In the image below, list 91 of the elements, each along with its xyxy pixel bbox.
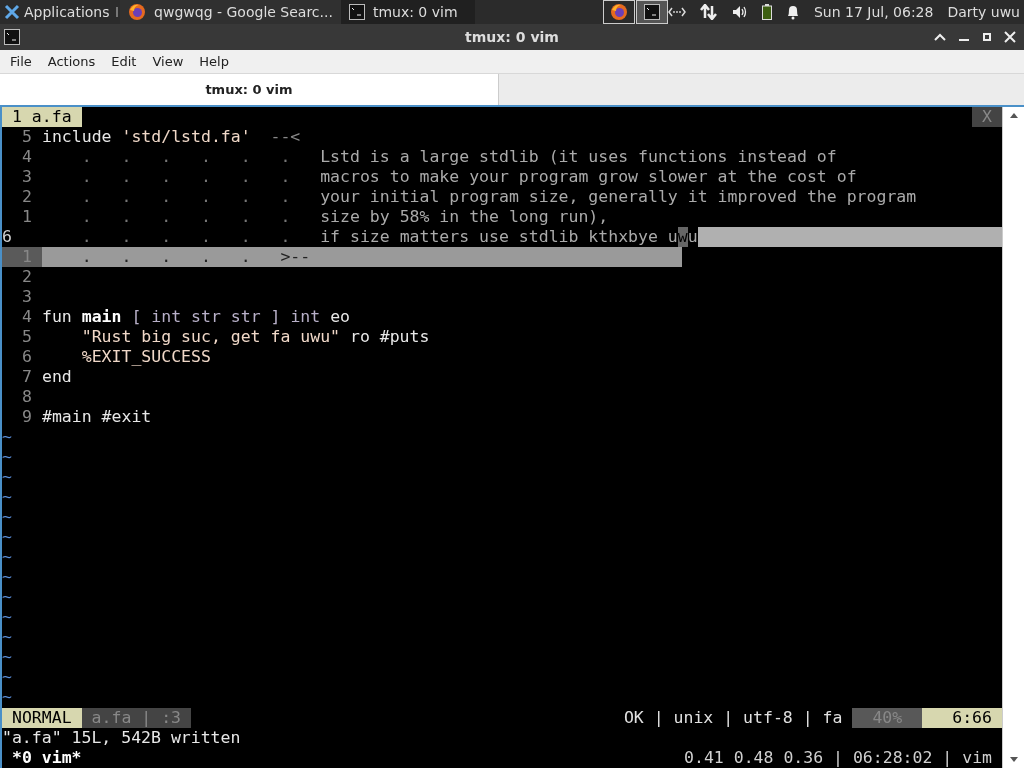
applications-menu[interactable]: Applications <box>0 0 114 24</box>
down-arrow-icon[interactable] <box>1008 756 1019 764</box>
workspace-button[interactable] <box>602 0 635 24</box>
code-text: . . . . . >-- <box>80 247 311 267</box>
empty-line-marker: ~ <box>2 447 12 467</box>
tmux-window-label[interactable]: *0 vim* <box>2 748 82 768</box>
line-number: 4 <box>21 147 33 167</box>
empty-line-marker: ~ <box>2 487 12 507</box>
menu-item[interactable]: View <box>145 51 191 72</box>
buffer-tab[interactable]: 1 a.fa <box>2 107 82 127</box>
code-text: --< <box>269 127 301 147</box>
code-text: 'std/lstd.fa' <box>121 127 251 147</box>
code-text: [ int str str ] int <box>130 307 322 327</box>
browser-icon <box>609 3 628 21</box>
code-text: "Rust big suc, get fa uwu" <box>80 327 340 347</box>
empty-line-marker: ~ <box>2 627 12 647</box>
code-text: size by 58% in the long run), <box>320 207 609 227</box>
code-text: your initial program size, generally it improved the program <box>320 187 917 207</box>
user-name[interactable]: Darty uwu <box>947 1 1020 23</box>
line-number: 7 <box>21 367 33 387</box>
code-text: . . . . . . <box>80 207 292 227</box>
browser-icon <box>128 3 147 21</box>
mode-indicator: NORMAL <box>2 708 82 728</box>
empty-line-marker: ~ <box>2 687 12 707</box>
code-text: . . . . . . <box>80 147 292 167</box>
file-info: a.fa | :3 <box>81 708 191 728</box>
logo-icon <box>4 4 20 20</box>
code-text: main <box>81 307 122 327</box>
menu-item[interactable]: Actions <box>40 51 103 72</box>
bell-icon[interactable] <box>785 4 800 20</box>
code-text: ro #puts <box>348 327 430 347</box>
maximize-icon[interactable] <box>982 32 992 42</box>
terminal-icon <box>348 4 365 20</box>
line-number: 2 <box>21 267 33 287</box>
text-cursor: w <box>677 227 688 247</box>
code-text: if size matters use stdlib kthxbye u <box>320 227 678 247</box>
code-text: . . . . . . <box>80 167 292 187</box>
code-text: end <box>42 367 72 387</box>
up-arrow-icon[interactable] <box>1008 111 1019 119</box>
code-text: include <box>42 127 113 147</box>
code-text: . . . . . . <box>80 227 292 247</box>
menu-item[interactable]: Edit <box>104 51 144 72</box>
line-number: 4 <box>21 307 33 327</box>
clock[interactable]: Sun 17 Jul, 06:28 <box>813 1 934 23</box>
empty-line-marker: ~ <box>2 567 12 587</box>
scrollbar[interactable] <box>1002 107 1024 768</box>
collapse-icon[interactable] <box>934 32 946 42</box>
menu-item[interactable]: File <box>3 51 39 72</box>
workspace-button[interactable] <box>635 0 668 24</box>
code-text: macros to make your program grow slower at the cost of <box>320 167 857 187</box>
empty-line-marker: ~ <box>2 427 12 447</box>
line-number: 8 <box>21 387 33 407</box>
battery-icon[interactable] <box>761 4 772 20</box>
empty-line-marker: ~ <box>2 587 12 607</box>
tmux-status: 0.41 0.48 0.36 | 06:28:02 | vim <box>684 748 993 768</box>
code-text: %EXIT_SUCCESS <box>80 347 211 367</box>
taskbar-button[interactable]: qwgwqg - Google Searc... <box>120 0 341 24</box>
terminal-icon <box>643 4 660 20</box>
code-text: fun <box>42 307 73 327</box>
empty-line-marker: ~ <box>2 547 12 567</box>
terminal-icon <box>4 29 20 45</box>
line-number: 6 <box>21 347 33 367</box>
tab[interactable]: tmux: 0 vim <box>0 74 499 105</box>
line-number: 5 <box>21 127 33 147</box>
cursor-position: 6:66 <box>922 708 1002 728</box>
volume-icon[interactable] <box>731 5 748 19</box>
line-number: 5 <box>21 327 33 347</box>
empty-line-marker: ~ <box>2 607 12 627</box>
status-message: "a.fa" 15L, 542B written <box>2 728 241 748</box>
window-title: tmux: 0 vim <box>465 27 559 47</box>
empty-line-marker: ~ <box>2 647 12 667</box>
empty-line-marker: ~ <box>2 667 12 687</box>
line-number: 1 <box>21 207 33 227</box>
empty-line-marker: ~ <box>2 507 12 527</box>
transfer-icon[interactable] <box>699 4 718 20</box>
empty-line-marker: ~ <box>2 527 12 547</box>
menu-item[interactable]: Help <box>192 51 236 72</box>
code-text: #main #exit <box>42 407 152 427</box>
line-number: 6 <box>2 227 13 247</box>
line-number: 3 <box>21 287 33 307</box>
line-number: 3 <box>21 167 33 187</box>
line-number: 9 <box>21 407 33 427</box>
file-format-info: OK | unix | utf-8 | fa <box>623 708 844 728</box>
code-text: Lstd is a large stdlib (it uses functions instead of <box>320 147 837 167</box>
empty-line-marker: ~ <box>2 467 12 487</box>
code-text: . . . . . . <box>80 187 292 207</box>
network-icon[interactable] <box>667 6 686 18</box>
line-number: 2 <box>21 187 33 207</box>
close-icon[interactable] <box>1004 31 1016 43</box>
code-text: eo <box>330 307 350 327</box>
taskbar-button[interactable]: tmux: 0 vim <box>340 0 475 24</box>
